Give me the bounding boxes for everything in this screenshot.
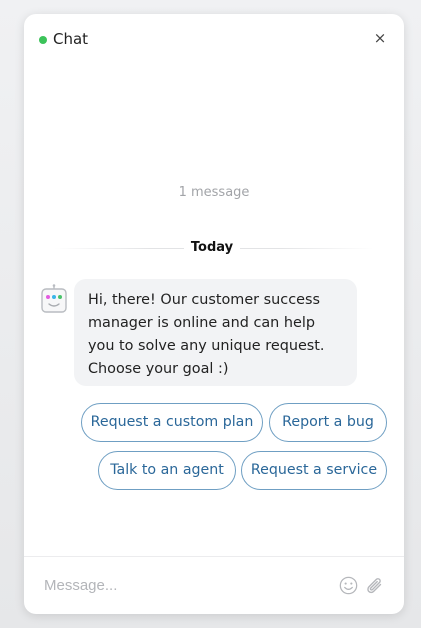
chat-header: Chat ×: [24, 14, 404, 66]
page-background: Chat × 1 message Today Hi, there! Our cu…: [0, 0, 421, 628]
message-composer: [24, 556, 404, 614]
online-status-dot: [39, 36, 47, 44]
quick-reply-request-custom-plan[interactable]: Request a custom plan: [81, 403, 263, 442]
date-divider-label: Today: [184, 240, 240, 255]
bot-message-bubble: Hi, there! Our customer success manager …: [74, 279, 357, 386]
quick-reply-report-bug[interactable]: Report a bug: [269, 403, 387, 442]
message-count: 1 message: [178, 185, 250, 200]
close-icon[interactable]: ×: [372, 28, 388, 48]
bot-avatar-icon: [41, 284, 67, 313]
chat-title: Chat: [53, 30, 89, 48]
quick-reply-talk-to-agent[interactable]: Talk to an agent: [98, 451, 236, 490]
quick-reply-request-service[interactable]: Request a service: [241, 451, 387, 490]
message-input[interactable]: [44, 571, 324, 599]
smiley-icon[interactable]: [339, 576, 358, 595]
chat-widget: Chat × 1 message Today Hi, there! Our cu…: [24, 14, 404, 614]
paperclip-icon[interactable]: [365, 575, 385, 597]
